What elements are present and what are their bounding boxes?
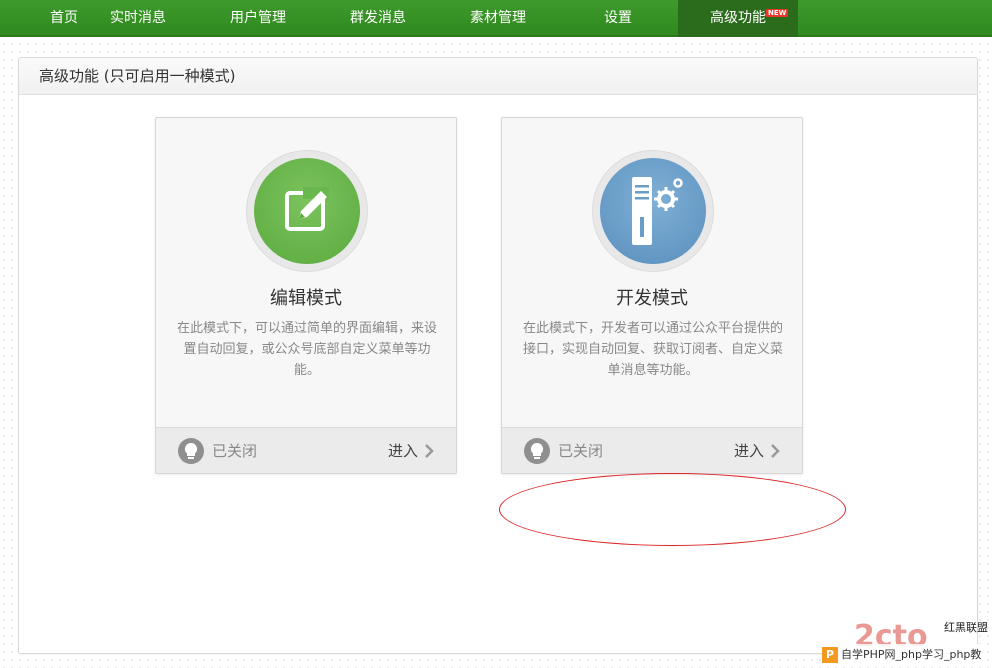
edit-mode-title: 编辑模式 <box>270 288 342 309</box>
chevron-right-icon <box>425 443 434 458</box>
edit-mode-enter-label: 进入 <box>387 442 418 460</box>
nav-item-user-management[interactable]: 用户管理 <box>198 0 318 37</box>
developer-mode-card: 开发模式 在此模式下，开发者可以通过公众平台提供的接口，实现自动回复、获取订阅者… <box>501 117 803 474</box>
edit-mode-status: 已关闭 <box>212 442 258 460</box>
watermark-caption: 自学PHP网_php学习_php教 <box>841 648 982 661</box>
nav-item-realtime-messages[interactable]: 实时消息 <box>78 0 198 37</box>
chevron-right-icon <box>771 443 780 458</box>
edit-mode-enter-link[interactable]: 进入 <box>388 440 434 461</box>
edit-mode-footer: 已关闭 进入 <box>156 427 456 473</box>
nav-item-advanced-label: 高级功能 <box>710 10 766 26</box>
developer-mode-footer: 已关闭 进入 <box>502 427 802 473</box>
nav-item-settings[interactable]: 设置 <box>558 0 678 37</box>
lightbulb-icon <box>178 437 204 464</box>
watermark-logo-sub: 红黑联盟 <box>944 621 988 634</box>
edit-mode-card: 编辑模式 在此模式下，可以通过简单的界面编辑，来设置自动回复，或公众号底部自定义… <box>155 117 457 474</box>
developer-mode-enter-label: 进入 <box>733 442 764 460</box>
developer-mode-status: 已关闭 <box>558 442 604 460</box>
nav-item-home[interactable]: 首页 <box>0 0 78 37</box>
lightbulb-icon <box>524 437 550 464</box>
new-badge: NEW <box>766 9 789 17</box>
nav-item-advanced[interactable]: 高级功能 NEW <box>678 0 798 37</box>
red-annotation-ellipse <box>499 473 846 546</box>
p-logo-icon: P <box>822 647 838 663</box>
edit-mode-description: 在此模式下，可以通过简单的界面编辑，来设置自动回复，或公众号底部自定义菜单等功能… <box>176 321 437 378</box>
edit-pencil-icon <box>254 158 360 264</box>
developer-mode-title: 开发模式 <box>616 288 688 309</box>
developer-mode-icon-ring <box>592 150 714 272</box>
nav-item-materials[interactable]: 素材管理 <box>438 0 558 37</box>
server-gear-icon <box>600 158 706 264</box>
watermark-text: P 自学PHP网_php学习_php教 <box>822 644 986 666</box>
developer-mode-description: 在此模式下，开发者可以通过公众平台提供的接口，实现自动回复、获取订阅者、自定义菜… <box>522 321 783 378</box>
developer-mode-enter-link[interactable]: 进入 <box>734 440 780 461</box>
edit-mode-icon-ring <box>246 150 368 272</box>
panel-title: 高级功能 (只可启用一种模式) <box>19 58 977 95</box>
nav-item-mass-messages[interactable]: 群发消息 <box>318 0 438 37</box>
top-nav: 首页 实时消息 用户管理 群发消息 素材管理 设置 高级功能 NEW <box>0 0 992 37</box>
